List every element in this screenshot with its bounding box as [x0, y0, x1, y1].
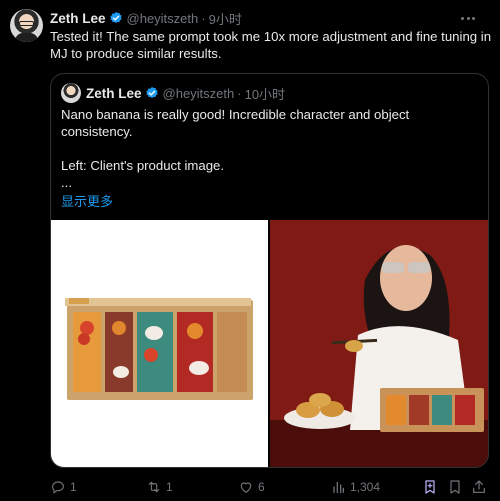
quoted-author-handle: @heyitszeth [162, 85, 235, 101]
separator-dot: · [201, 10, 206, 26]
quoted-author-avatar [61, 83, 81, 103]
media-grid [51, 220, 488, 467]
quoted-tweet-time: 10小时 [244, 86, 286, 102]
reply-count: 1 [70, 480, 77, 494]
repost-count: 1 [166, 480, 173, 494]
avatar-glasses [19, 21, 34, 26]
tweet-header: Zeth Lee @heyitszeth · 9小时 [50, 9, 242, 27]
bookmark-icon [450, 480, 460, 494]
views-button[interactable]: 1,304 [330, 477, 380, 497]
show-more-link[interactable]: 显示更多 [61, 194, 113, 209]
lifestyle-image[interactable] [270, 220, 488, 467]
views-icon [333, 481, 344, 493]
avatar-shirt [15, 33, 38, 42]
quoted-line [61, 140, 481, 157]
reply-icon [52, 481, 64, 494]
quoted-line: Nano banana is really good! Incredible c… [61, 107, 410, 139]
quoted-author-name: Zeth Lee [86, 85, 142, 101]
tweet-text: Tested it! The same prompt took me 10x m… [50, 29, 492, 61]
reply-button[interactable]: 1 [50, 477, 77, 497]
repost-button[interactable]: 1 [146, 477, 173, 497]
bookmark-alt-button[interactable] [447, 477, 463, 497]
repost-icon [148, 481, 160, 493]
share-icon [473, 480, 485, 493]
verified-badge-icon [145, 86, 158, 99]
quoted-tweet-card[interactable]: Zeth Lee @heyitszeth · 10小时 Nano banana … [50, 73, 489, 468]
quoted-line: Left: Client's product image. [61, 158, 225, 173]
quoted-tweet-header: Zeth Lee @heyitszeth · 10小时 [86, 83, 285, 103]
woman-mooncake-illustration [270, 220, 488, 467]
product-box-illustration [65, 298, 253, 400]
share-button[interactable] [471, 477, 487, 497]
author-name[interactable]: Zeth Lee [50, 11, 106, 26]
bookmark-button[interactable] [422, 477, 438, 497]
more-dots-icon[interactable] [456, 9, 480, 27]
action-bar: 1 1 6 1,304 [50, 477, 490, 497]
author-handle[interactable]: @heyitszeth [127, 11, 199, 26]
author-avatar[interactable] [10, 9, 43, 42]
quoted-tweet-text: Nano banana is really good! Incredible c… [61, 106, 481, 191]
tweet-time[interactable]: 9小时 [209, 9, 242, 28]
separator-dot: · [237, 85, 242, 101]
bookmark-icon [425, 480, 435, 494]
like-button[interactable]: 6 [238, 477, 265, 497]
views-count: 1,304 [350, 480, 381, 494]
quoted-line: ... [61, 175, 72, 190]
verified-badge-icon [109, 11, 122, 24]
like-icon [240, 482, 252, 493]
like-count: 6 [258, 480, 265, 494]
product-image[interactable] [51, 220, 268, 467]
